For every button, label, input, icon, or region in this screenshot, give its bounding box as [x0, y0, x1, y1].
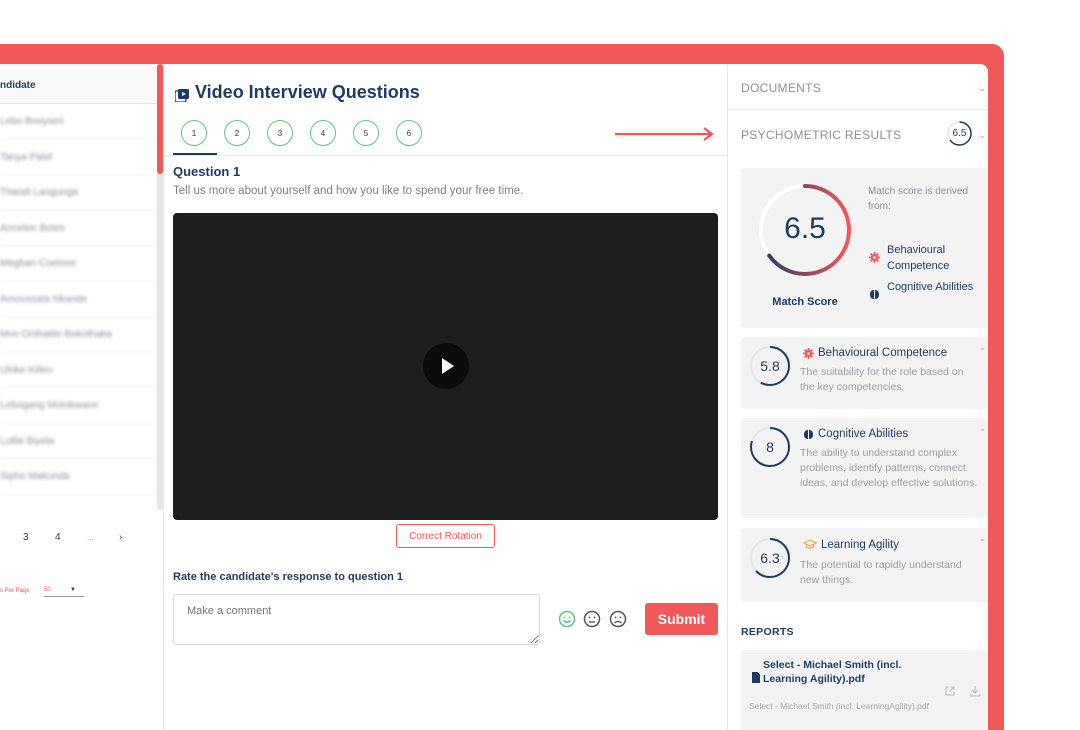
question-step-5[interactable]: 5 — [353, 120, 379, 146]
question-steps: 1 2 3 4 5 6 — [181, 120, 439, 146]
candidate-row[interactable]: Lufile Biyela — [0, 424, 163, 459]
chevron-down-icon: ▼ — [70, 587, 76, 593]
behavioural-competence-card[interactable]: 5.8 Behavioural Competence The suitabili… — [741, 337, 988, 409]
chevron-down-icon[interactable]: ⌄ — [979, 424, 986, 433]
chevron-down-icon[interactable]: ⌄ — [979, 343, 986, 352]
divider — [728, 109, 988, 110]
sad-face-icon[interactable] — [609, 610, 627, 628]
question-step-4[interactable]: 4 — [310, 120, 336, 146]
candidate-row[interactable]: Sipho Makunda — [0, 459, 163, 495]
per-page-select[interactable]: 50 ▼ — [44, 587, 84, 597]
candidate-row[interactable]: Mvo Onthatile Bokothaka — [0, 317, 163, 353]
chevron-down-icon[interactable]: ⌄ — [979, 534, 986, 543]
scrollbar-thumb[interactable] — [157, 64, 163, 174]
question-step-6[interactable]: 6 — [396, 120, 422, 146]
question-text: Tell us more about yourself and how you … — [173, 185, 524, 197]
candidate-row[interactable]: Lebogang Motokwane — [0, 388, 163, 424]
pagination: 3 4 ... › — [0, 530, 160, 548]
candidate-row[interactable]: Tanya Patel — [0, 140, 163, 175]
correct-rotation-button[interactable]: Correct Rotation — [396, 524, 495, 548]
happy-face-icon[interactable] — [558, 610, 576, 628]
candidate-row[interactable]: Amoussata Nkande — [0, 282, 163, 317]
match-score-value: 6.5 — [784, 212, 826, 245]
per-page-value: 50 — [44, 587, 51, 593]
neutral-face-icon[interactable] — [583, 610, 601, 628]
stage: ndidate Lebo Booysen Tanya Patel Thandi … — [0, 0, 1080, 730]
brain-icon — [804, 430, 813, 439]
document-icon — [752, 672, 760, 683]
candidate-row[interactable]: Thandi Langunga — [0, 175, 163, 211]
behavioural-score: 5.8 — [760, 358, 780, 374]
pagination-ellipsis: ... — [87, 533, 94, 542]
per-page-control: s Per Page 50 ▼ — [0, 587, 84, 597]
candidate-row[interactable]: Annelee Botes — [0, 211, 163, 246]
rating-prompt: Rate the candidate's response to questio… — [173, 571, 404, 583]
video-interview-panel: Video Interview Questions 1 2 3 4 5 6 Qu… — [165, 64, 727, 730]
open-external-icon[interactable] — [944, 685, 956, 697]
learning-title: Learning Agility — [821, 539, 899, 551]
report-item[interactable]: Select - Michael Smith (incl. Learning A… — [741, 650, 988, 730]
gear-icon — [803, 348, 814, 359]
cognitive-description: The ability to understand complex proble… — [800, 447, 978, 489]
arrow-right-icon — [615, 127, 714, 141]
behavioural-gear-icon — [869, 252, 880, 263]
download-icon[interactable] — [969, 685, 981, 697]
candidate-row[interactable]: Lebo Booysen — [0, 104, 163, 140]
results-sidebar: DOCUMENTS ⌄ PSYCHOMETRIC RESULTS 6.5 ⌄ 6… — [727, 64, 988, 730]
behavioural-title: Behavioural Competence — [818, 347, 948, 359]
question-title: Question 1 — [173, 164, 241, 179]
chevron-down-icon[interactable]: ⌄ — [978, 83, 986, 94]
video-library-icon — [174, 86, 189, 103]
cognitive-score: 8 — [766, 439, 774, 455]
candidate-row[interactable]: Meghan Coetzee — [0, 246, 163, 282]
cognitive-title: Cognitive Abilities — [818, 428, 909, 440]
match-score-card: 6.5 Match Score Match score is derived f… — [741, 168, 988, 328]
learning-description: The potential to rapidly understand new … — [800, 559, 962, 586]
candidate-list-scrollbar[interactable] — [157, 64, 163, 510]
candidate-row[interactable]: Ulrike Killen — [0, 353, 163, 388]
question-step-1[interactable]: 1 — [181, 120, 207, 146]
candidate-column-header: ndidate — [0, 64, 163, 104]
psychometric-results-header[interactable]: PSYCHOMETRIC RESULTS — [741, 128, 901, 142]
report-filename: Select - Michael Smith (incl. LearningAg… — [749, 701, 929, 711]
psychometric-score-badge: 6.5 — [946, 120, 973, 147]
comment-field[interactable] — [173, 594, 540, 645]
page-4-link[interactable]: 4 — [55, 532, 61, 543]
video-player[interactable] — [173, 213, 718, 520]
learning-score: 6.3 — [760, 550, 780, 566]
divider — [165, 155, 727, 156]
submit-button[interactable]: Submit — [645, 603, 718, 635]
page-3-link[interactable]: 3 — [23, 532, 29, 543]
page-title-text: Video Interview Questions — [195, 82, 420, 102]
per-page-label: s Per Page — [0, 588, 30, 594]
chevron-down-icon[interactable]: ⌄ — [978, 130, 986, 141]
question-step-2[interactable]: 2 — [224, 120, 250, 146]
legend-cognitive: Cognitive Abilities — [887, 281, 974, 293]
play-icon — [442, 358, 454, 374]
question-step-3[interactable]: 3 — [267, 120, 293, 146]
play-button[interactable] — [423, 343, 469, 389]
app-window: ndidate Lebo Booysen Tanya Patel Thandi … — [0, 64, 988, 730]
cognitive-abilities-card[interactable]: 8 Cognitive Abilities The ability to und… — [741, 418, 988, 518]
graduation-cap-icon — [803, 539, 817, 549]
report-title[interactable]: Select - Michael Smith (incl. Learning A… — [763, 658, 933, 686]
match-score-label: Match Score — [772, 296, 838, 308]
reports-header: REPORTS — [741, 626, 794, 638]
page-title: Video Interview Questions — [174, 82, 420, 103]
behavioural-description: The suitability for the role based on th… — [800, 366, 964, 393]
next-page-button[interactable]: › — [119, 532, 122, 543]
learning-agility-card[interactable]: 6.3 Learning Agility The potential to ra… — [741, 528, 988, 602]
match-score-note: Match score is derived from: — [868, 186, 969, 212]
candidate-sidebar: ndidate Lebo Booysen Tanya Patel Thandi … — [0, 64, 164, 730]
legend-behavioural: Behavioural Competence — [887, 244, 950, 272]
psychometric-score-value: 6.5 — [952, 128, 967, 139]
documents-header[interactable]: DOCUMENTS — [741, 81, 821, 95]
brain-icon — [870, 290, 879, 299]
